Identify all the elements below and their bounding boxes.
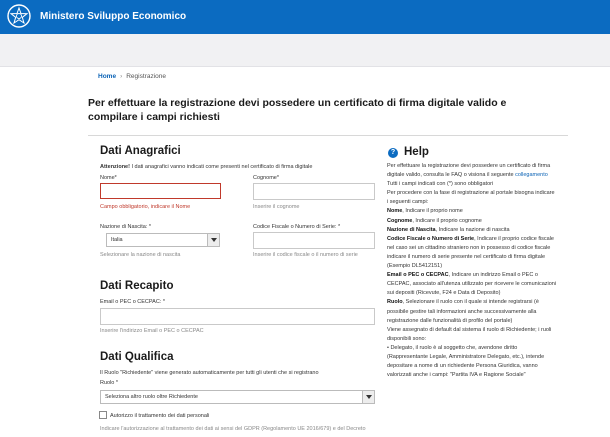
help-ruolo-bold: Ruolo [387, 299, 403, 306]
breadcrumb-separator: › [120, 73, 123, 80]
help-title: Help [404, 146, 429, 158]
ruolo-select[interactable]: Seleziona altro ruolo oltre Richiedente [100, 390, 375, 404]
email-hint: Inserire l'indirizzo Email o PEC o CECPA… [100, 328, 204, 334]
dati-qualifica-title: Dati Qualifica [100, 351, 174, 363]
breadcrumb-current: Registrazione [126, 73, 166, 80]
section-divider [88, 135, 568, 136]
nazione-select[interactable]: Italia [106, 233, 220, 247]
help-collegamento-link[interactable]: collegamento [515, 172, 548, 178]
codice-fiscale-input[interactable] [253, 232, 375, 249]
ruolo-label: Ruolo * [100, 380, 119, 386]
dati-recapito-title: Dati Recapito [100, 280, 174, 292]
help-cognome-bold: Cognome [387, 217, 413, 224]
dati-anagrafici-title: Dati Anagrafici [100, 145, 181, 157]
top-header-bar: Ministero Sviluppo Economico [0, 0, 610, 34]
help-nazione: Nazione di Nascita, Indicare la nazione … [387, 226, 557, 235]
ministry-name[interactable]: Ministero Sviluppo Economico [40, 11, 186, 22]
breadcrumb: Home › Registrazione [98, 73, 166, 80]
nome-label: Nome* [100, 175, 117, 181]
cognome-hint: Inserire il cognome [253, 204, 300, 210]
nome-input[interactable] [100, 183, 221, 199]
notice-text: I dati anagrafici vanno indicati come pr… [129, 164, 313, 170]
sub-header-bar [0, 34, 610, 67]
cognome-label: Cognome* [253, 175, 279, 181]
anagrafici-notice: Attenzione! I dati anagrafici vanno indi… [100, 164, 312, 170]
email-label: Email o PEC o CECPAC: * [100, 299, 166, 305]
help-required-note: Tutti i campi indicati con (*) sono obbl… [387, 181, 494, 188]
email-input[interactable] [100, 308, 375, 325]
page-intro-heading: Per effettuare la registrazione devi pos… [88, 97, 507, 123]
help-delegato: • Delegato, il ruolo è al soggetto che, … [387, 344, 545, 379]
consent-label[interactable]: Autorizzo il trattamento dei dati person… [110, 413, 209, 419]
republic-emblem-icon[interactable] [6, 3, 32, 29]
help-nome-bold: Nome [387, 208, 403, 215]
help-panel-text: Per effettuare la registrazione devi pos… [387, 162, 557, 380]
nazione-selected-value: Italia [111, 237, 123, 243]
help-ruolo: Ruolo, Selezionare il ruolo con il quale… [387, 298, 557, 325]
nome-error-message: Campo obbligatorio, indicare il Nome [100, 204, 191, 210]
help-ruolo-text: , Selezionare il ruolo con il quale si i… [387, 299, 539, 324]
help-nazione-bold: Nazione di Nascita [387, 226, 436, 233]
help-nome: Nome, Indicare il proprio nome [387, 207, 557, 216]
notice-bold: Attenzione! [100, 164, 130, 170]
codice-fiscale-hint: Inserire il codice fiscale o il numero d… [253, 252, 358, 258]
nazione-hint: Selezionare la nazione di nascita [100, 252, 181, 258]
consent-checkbox[interactable] [99, 411, 107, 419]
help-nome-text: , Indicare il proprio nome [402, 208, 463, 215]
breadcrumb-home-link[interactable]: Home [98, 73, 116, 80]
nazione-label: Nazione di Nascita: * [100, 224, 152, 230]
codice-fiscale-label: Codice Fiscale o Numero di Serie: * [253, 224, 341, 230]
ruolo-selected-value: Seleziona altro ruolo oltre Richiedente [105, 394, 198, 400]
help-cognome: Cognome, Indicare il proprio cognome [387, 217, 557, 226]
chevron-down-icon[interactable] [207, 234, 219, 246]
help-cf-bold: Codice Fiscale o Numero di Serie [387, 235, 475, 242]
consent-hint: Indicare l'autorizzazione al trattamento… [100, 426, 366, 432]
chevron-down-icon[interactable] [362, 391, 374, 403]
help-cognome-text: , Indicare il proprio cognome [412, 217, 482, 224]
ruolo-note: Il Ruolo "Richiedente" viene generato au… [100, 370, 319, 376]
help-email: Email o PEC o CECPAC, Indicare un indiri… [387, 271, 557, 298]
help-intro: Per effettuare la registrazione devi pos… [387, 162, 557, 180]
help-nazione-text: , Indicare la nazione di nascita [435, 226, 510, 233]
help-info-icon: ? [388, 148, 398, 158]
help-email-bold: Email o PEC o CECPAC [387, 272, 449, 279]
help-default-role: Viene assegnato di default dal sistema i… [387, 326, 552, 342]
help-fields-intro: Per procedere con la fase di registrazio… [387, 190, 555, 206]
cognome-input[interactable] [253, 183, 375, 200]
help-codice-fiscale: Codice Fiscale o Numero di Serie, Indica… [387, 235, 557, 271]
